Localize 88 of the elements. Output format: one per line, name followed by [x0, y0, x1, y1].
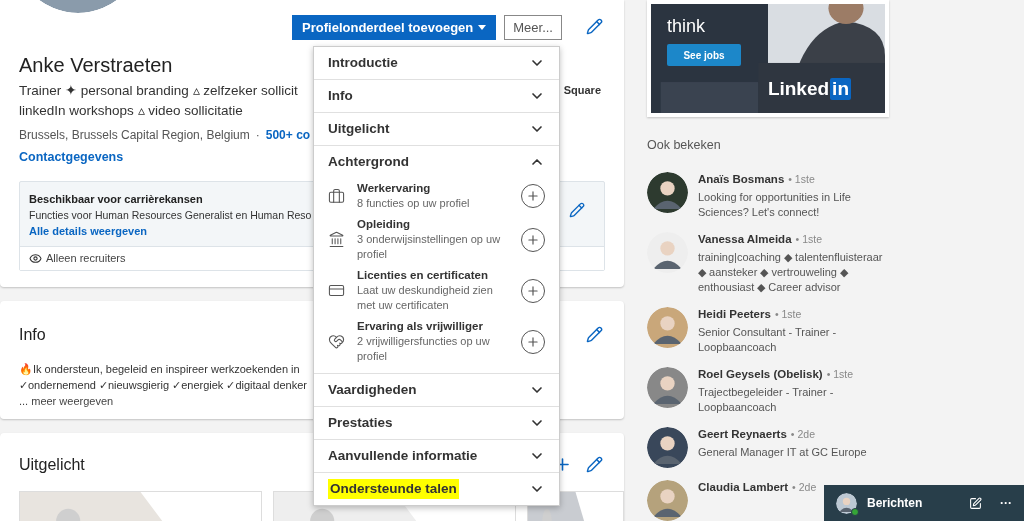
- section-header[interactable]: Prestaties: [314, 407, 559, 439]
- connection-degree: • 1ste: [788, 172, 815, 187]
- sidebar-title: Ook bekeken: [647, 137, 722, 155]
- avatar: [836, 492, 857, 514]
- show-more-link[interactable]: ... meer weergeven: [19, 392, 114, 409]
- caret-icon: [478, 25, 487, 30]
- item-description: Laat uw deskundigheid zien met uw certificaten: [357, 283, 494, 313]
- item-title: Ervaring als vrijwilliger: [357, 319, 484, 334]
- person-headline: Looking for opportunities in Life Sciences? Let's connect!: [698, 190, 852, 220]
- info-text: ✓ondernemend ✓nieuwsgierig ✓energiek ✓digitaal denker: [19, 377, 307, 393]
- edit-icon[interactable]: [586, 326, 603, 344]
- separator: ·: [255, 127, 260, 144]
- plus-icon: [526, 334, 540, 349]
- plus-icon: [526, 232, 540, 247]
- section-header[interactable]: Aanvullende informatie: [314, 440, 559, 472]
- item-title: Werkervaring: [357, 181, 432, 196]
- connection-degree: • 1ste: [795, 232, 822, 247]
- connection-degree: • 1ste: [774, 307, 802, 322]
- add-section-button[interactable]: Profielonderdeel toevoegen: [292, 15, 497, 40]
- person-headline: General Manager IT at GC Europe: [698, 445, 868, 460]
- section-header[interactable]: Info: [314, 80, 559, 112]
- section-header[interactable]: Ondersteunde talen: [314, 473, 559, 505]
- location-text: Brussels, Brussels Capital Region, Belgium: [19, 127, 250, 144]
- section-title: Introductie: [328, 53, 398, 72]
- avatar: [647, 367, 688, 408]
- availability-text: Functies voor Human Resources Generalist en Human Reso: [29, 207, 313, 223]
- info-text: 🔥Ik ondersteun, begeleid en inspireer werkzoekenden in: [19, 361, 300, 377]
- edit-icon[interactable]: [569, 201, 585, 218]
- contact-link[interactable]: Contactgegevens: [19, 148, 311, 167]
- ad-headline: think: [667, 16, 706, 37]
- messaging-title: Berichten: [867, 495, 923, 512]
- person-headline: Trajectbegeleider - Trainer - Loopbaancoach: [698, 385, 835, 415]
- logo-text: in: [830, 78, 851, 101]
- section-title: Info: [19, 324, 46, 345]
- section-title: Vaardigheden: [328, 380, 417, 399]
- person-name[interactable]: Geert Reynaerts: [698, 427, 787, 442]
- edit-icon[interactable]: [586, 456, 603, 474]
- plus-icon: [526, 189, 540, 203]
- more-button[interactable]: Meer...: [504, 15, 562, 40]
- item-title: Licenties en certificaten: [357, 268, 490, 283]
- avatar: [647, 480, 688, 521]
- building-icon: [328, 231, 345, 248]
- section-header[interactable]: Introductie: [314, 47, 559, 79]
- person-headline: Senior Consultant - Trainer - Loopbaancoach: [698, 325, 838, 355]
- connections-link[interactable]: 500+ co: [265, 126, 311, 144]
- details-link[interactable]: Alle details weergeven: [29, 222, 314, 239]
- profile-name: Anke Verstraeten: [19, 53, 174, 78]
- briefcase-icon: [328, 187, 345, 205]
- section-header[interactable]: Vaardigheden: [314, 374, 559, 406]
- person-name[interactable]: Anaïs Bosmans: [698, 172, 785, 187]
- card-icon: [328, 282, 345, 299]
- section-title: Info: [328, 86, 353, 105]
- visibility-text: Alleen recruiters: [46, 251, 126, 266]
- profile-headline: Trainer ✦ personal branding ▵ zelfzeker sollicit: [19, 82, 299, 100]
- section-title: Aanvullende informatie: [328, 446, 478, 465]
- person-headline: training|coaching ◆ talentenfluisteraar ◆ aansteker ◆ vertrouweling ◆ enthousiast ◆ Career advisor: [698, 250, 884, 295]
- connection-degree: • 2de: [790, 427, 815, 442]
- person-name[interactable]: Vanessa Almeida: [698, 232, 792, 247]
- avatar: [647, 307, 688, 348]
- item-description: 8 functies op uw profiel: [357, 196, 471, 211]
- section-title: Achtergrond: [328, 152, 409, 171]
- availability-title: Beschikbaar voor carrièrekansen: [29, 191, 204, 207]
- person-name[interactable]: Claudia Lambert: [698, 480, 789, 495]
- section-title: Uitgelicht: [19, 454, 85, 475]
- company-text: Square: [563, 83, 601, 98]
- plus-icon: [526, 283, 540, 298]
- profile-headline: linkedIn workshops ▵ video sollicitatie: [19, 102, 244, 120]
- section-header[interactable]: Uitgelicht: [314, 113, 559, 145]
- section-title: Prestaties: [328, 413, 393, 432]
- see-jobs-button[interactable]: See jobs: [667, 44, 741, 66]
- avatar: [647, 172, 688, 213]
- item-title: Opleiding: [357, 217, 412, 232]
- section-header[interactable]: Achtergrond: [314, 146, 559, 178]
- person-name[interactable]: Roel Geysels (Obelisk): [698, 367, 823, 382]
- section-title: Uitgelicht: [328, 119, 390, 138]
- compose-icon[interactable]: [969, 496, 982, 510]
- connection-degree: • 1ste: [826, 367, 854, 382]
- avatar: [647, 427, 688, 468]
- eye-icon: [29, 251, 42, 265]
- logo-text: Linked: [767, 77, 830, 101]
- more-options[interactable]: ···: [1000, 494, 1012, 512]
- item-description: 3 onderwijsinstellingen op uw profiel: [357, 232, 502, 262]
- person-name[interactable]: Heidi Peeters: [698, 307, 771, 322]
- connection-degree: • 2de: [792, 480, 817, 495]
- edit-icon[interactable]: [586, 18, 603, 35]
- messaging-bar[interactable]: Berichten ···: [824, 485, 1024, 521]
- section-title: Ondersteunde talen: [328, 478, 459, 500]
- item-description: 2 vrijwilligersfuncties op uw profiel: [357, 334, 491, 364]
